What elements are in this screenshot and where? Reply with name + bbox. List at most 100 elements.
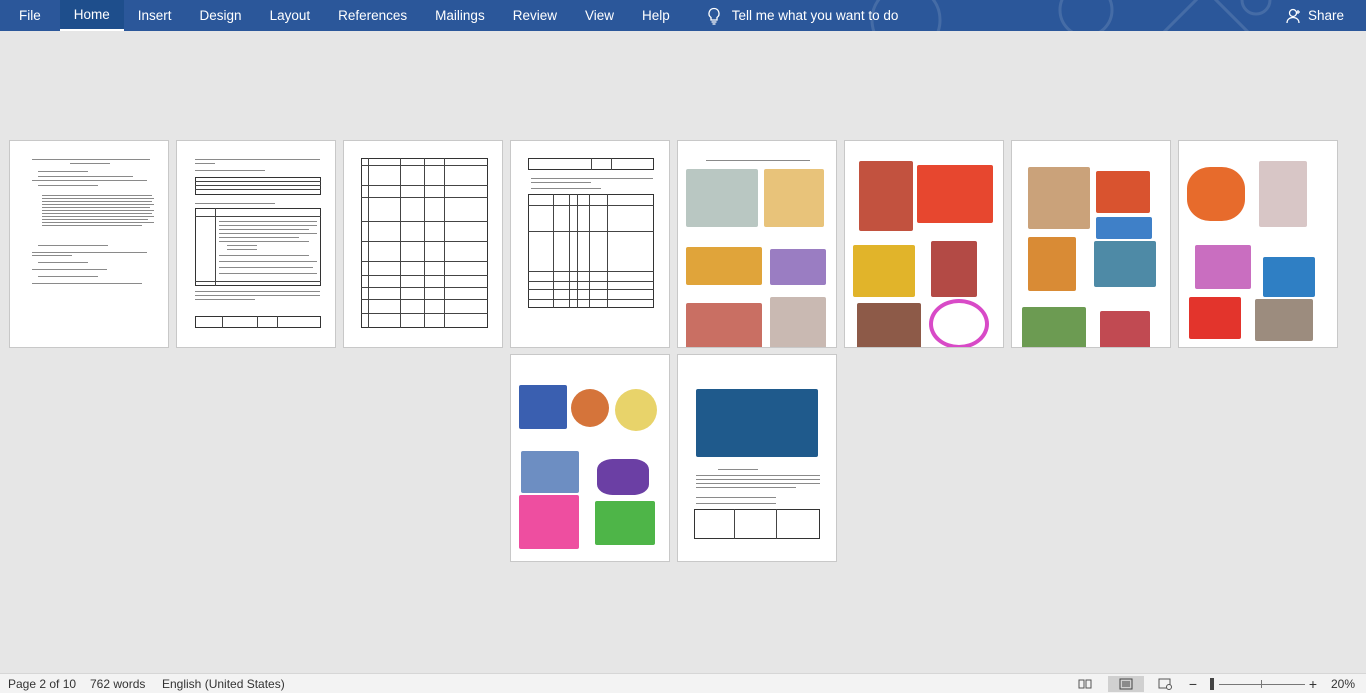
table-rule [222,316,223,328]
hoop-image [929,299,989,347]
tab-insert[interactable]: Insert [124,0,186,31]
tab-references[interactable]: References [324,0,421,31]
text-line [219,261,317,262]
table-rule [734,509,735,539]
text-line [195,203,275,204]
photo-image [1259,161,1307,227]
photo-image [597,459,649,495]
table-rule [361,261,488,262]
text-line [32,269,107,270]
balls-image [1187,167,1245,221]
tab-home[interactable]: Home [59,0,124,31]
table-rule [444,158,445,328]
table-rule [400,158,401,328]
table-rule [195,181,321,182]
document-page[interactable] [510,140,670,348]
text-line [227,245,257,246]
tab-help[interactable]: Help [628,0,684,31]
page-indicator[interactable]: Page 2 of 10 [8,677,76,691]
zoom-slider-thumb[interactable] [1210,678,1214,690]
share-button[interactable]: Share [1286,0,1344,31]
table-rule [528,289,654,290]
text-line [219,255,309,256]
tell-me-search[interactable]: Tell me what you want to do [684,0,898,31]
text-line [42,210,154,211]
text-line [706,160,810,161]
document-page[interactable] [1011,140,1171,348]
text-line [219,273,317,274]
document-page[interactable] [343,140,503,348]
document-page[interactable] [510,354,670,562]
tab-review[interactable]: Review [499,0,571,31]
text-line [32,283,142,284]
zoom-slider-tick [1261,680,1262,688]
document-page[interactable] [677,140,837,348]
zoom-slider-track[interactable] [1219,684,1305,685]
ribbon-tab-bar: File Home Insert Design Layout Reference… [0,0,1366,31]
text-line [195,291,320,292]
table-rule [424,158,425,328]
text-line [42,225,142,226]
tab-layout[interactable]: Layout [256,0,325,31]
print-layout-button[interactable] [1108,676,1144,692]
text-line [42,216,154,217]
lightbulb-icon [708,7,720,25]
text-line [696,479,820,480]
table-rule [361,197,488,198]
text-line [219,267,313,268]
document-area[interactable] [0,31,1366,673]
document-table [528,194,654,308]
text-line [219,237,299,238]
zoom-out-button[interactable]: − [1187,676,1199,692]
photo-image [686,169,758,227]
text-line [219,241,309,242]
photo-image [1094,241,1156,287]
tab-view[interactable]: View [571,0,628,31]
word-count[interactable]: 762 words [90,677,145,691]
tab-design[interactable]: Design [186,0,256,31]
document-table [195,316,321,328]
photo-image [1022,307,1086,347]
text-line [42,195,152,196]
tab-mailings[interactable]: Mailings [421,0,499,31]
text-line [32,255,72,256]
table-rule [569,194,570,308]
table-rule [195,185,321,186]
dumbbells-image [519,495,579,549]
table-rule [361,275,488,276]
photo-image [770,249,826,285]
document-page[interactable] [677,354,837,562]
text-line [227,249,257,250]
zoom-level[interactable]: 20% [1331,677,1355,691]
document-page[interactable] [844,140,1004,348]
document-page[interactable] [1178,140,1338,348]
text-line [42,198,154,199]
bands-image [595,501,655,545]
text-line [195,299,255,300]
tab-file[interactable]: File [0,0,60,31]
language-indicator[interactable]: English (United States) [162,677,285,691]
text-line [531,178,653,179]
document-page[interactable] [176,140,336,348]
text-line [531,188,601,189]
table-rule [195,189,321,190]
photo-image [764,169,824,227]
text-line [38,276,98,277]
photo-image [1195,245,1251,289]
text-line [38,176,133,177]
text-line [32,159,150,160]
text-line [42,222,154,223]
photo-image [1100,311,1150,347]
photo-image [1028,237,1076,291]
table-rule [577,194,578,308]
zoom-in-button[interactable]: + [1306,676,1320,692]
read-mode-button[interactable] [1076,676,1094,692]
table-rule [368,158,369,328]
table-rule [528,271,654,272]
photo-image [1189,297,1241,339]
table-rule [361,287,488,288]
photo-image [859,161,913,231]
web-layout-button[interactable] [1156,676,1174,692]
document-page[interactable] [9,140,169,348]
text-line [195,295,320,296]
